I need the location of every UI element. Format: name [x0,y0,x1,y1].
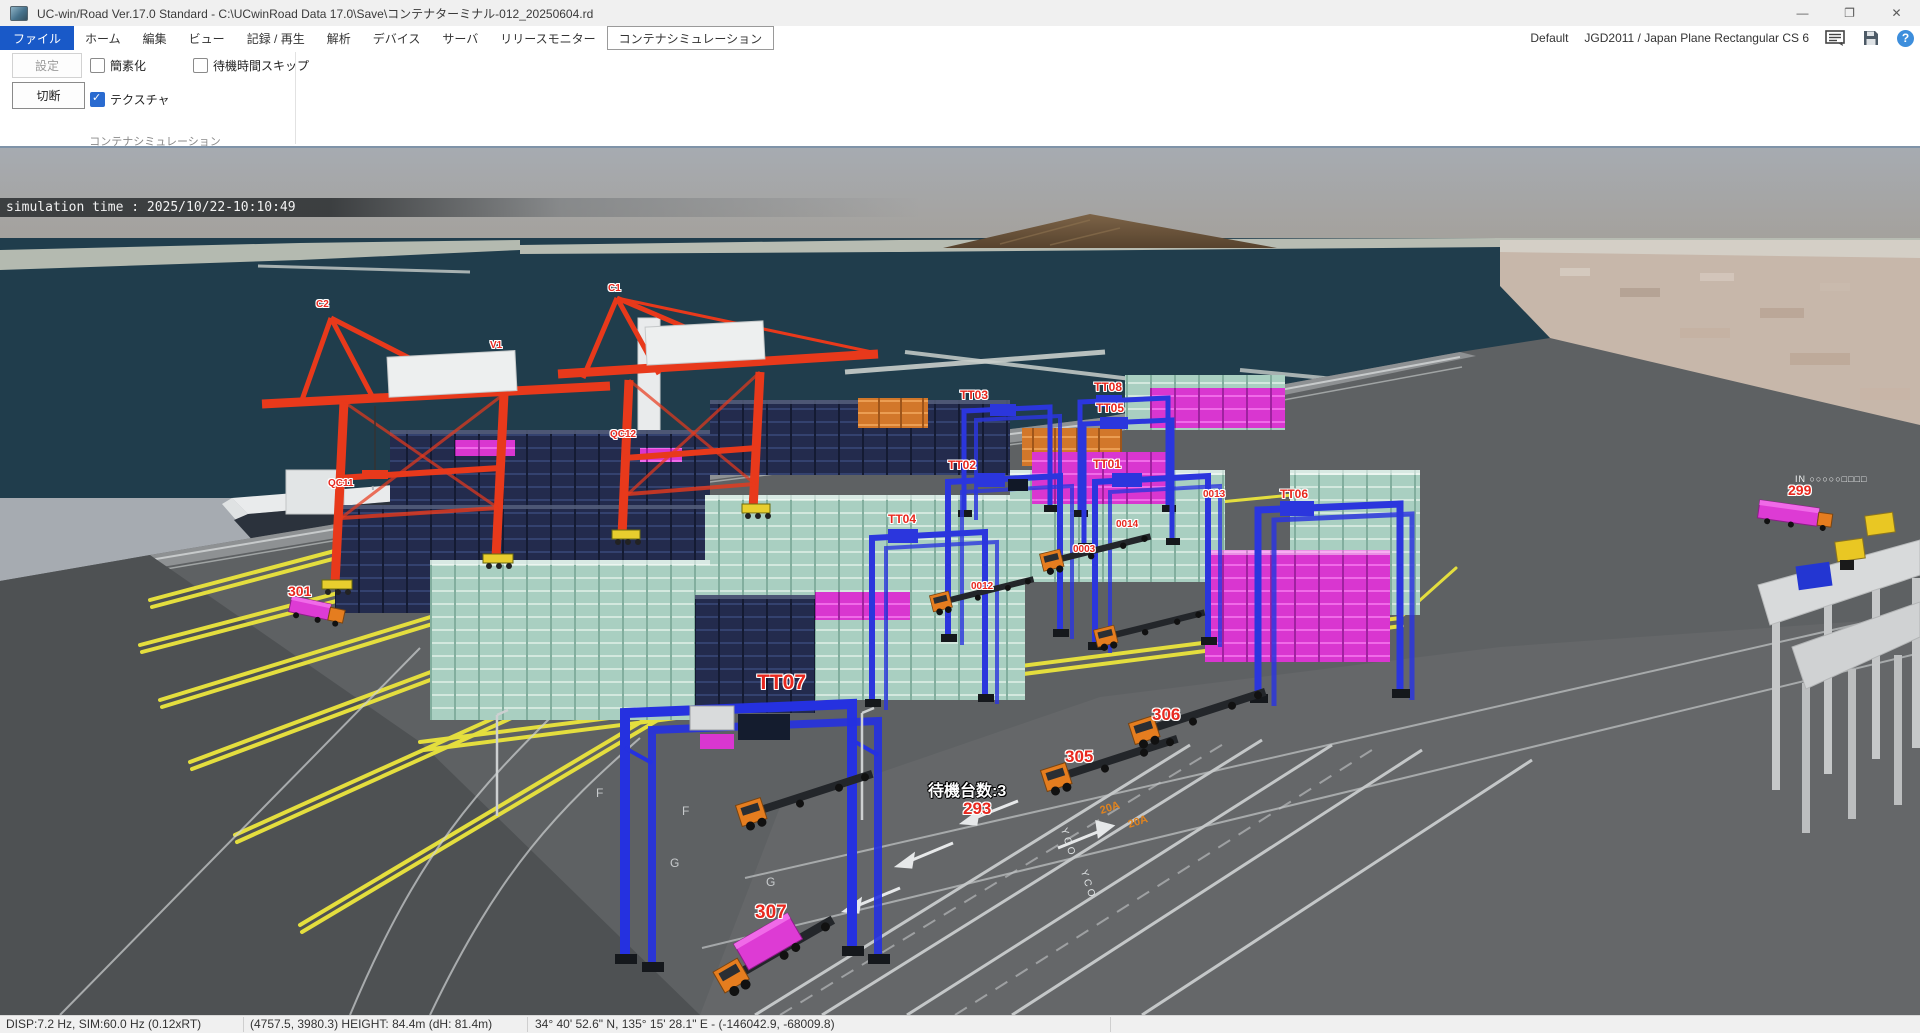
checkbox-box[interactable] [90,58,105,73]
menu-tab[interactable]: ホーム [74,26,132,50]
disconnect-button[interactable]: 切断 [12,82,85,109]
window-button[interactable]: ❐ [1826,0,1873,26]
ribbon-group-label: コンテナシミュレーション [55,133,255,149]
window-button[interactable]: — [1779,0,1826,26]
ribbon-separator [295,52,296,144]
menu-tab[interactable]: ビュー [178,26,236,50]
status-divider [527,1017,528,1032]
checkbox-box[interactable] [90,92,105,107]
ribbon-panel: 設定 切断 簡素化 待機時間スキップ テクスチャ コンテナシミュレーション [0,50,1920,148]
message-icon[interactable] [1825,29,1845,47]
ribbon-checkbox[interactable]: 簡素化 [90,57,146,74]
menu-tab[interactable]: 解析 [316,26,362,50]
status-divider [243,1017,244,1032]
save-icon[interactable] [1861,29,1881,47]
settings-button[interactable]: 設定 [12,53,82,78]
menu-tab[interactable]: ファイル [0,26,74,50]
window-button[interactable]: ✕ [1873,0,1920,26]
title-bar: UC-win/Road Ver.17.0 Standard - C:\UCwin… [0,0,1920,26]
status-geo-coordinates: 34° 40' 52.6" N, 135° 15' 28.1" E - (-14… [535,1016,835,1032]
checkbox-label: 簡素化 [110,57,146,74]
checkbox-label: テクスチャ [110,91,170,108]
status-bar: DISP:7.2 Hz, SIM:60.0 Hz (0.12xRT) (4757… [0,1015,1920,1033]
ribbon-checkbox[interactable]: 待機時間スキップ [193,57,309,74]
status-position: (4757.5, 3980.3) HEIGHT: 84.4m (dH: 81.4… [250,1016,492,1032]
menu-tab[interactable]: 記録 / 再生 [236,26,316,50]
menu-tab[interactable]: デバイス [362,26,432,50]
menu-tab[interactable]: 編集 [132,26,178,50]
scene-render [0,148,1920,1015]
ribbon-right-area: Default JGD2011 / Japan Plane Rectangula… [1530,26,1914,50]
menu-tab[interactable]: コンテナシミュレーション [607,26,775,50]
window-controls: —❐✕ [1779,0,1920,26]
help-icon[interactable] [1897,30,1914,47]
coordinate-system-selector[interactable]: JGD2011 / Japan Plane Rectangular CS 6 [1584,31,1809,45]
simulation-time-overlay: simulation time : 2025/10/22-10:10:49 [0,198,920,217]
profile-selector[interactable]: Default [1530,31,1568,45]
menu-tab[interactable]: リリースモニター [489,26,606,50]
status-performance: DISP:7.2 Hz, SIM:60.0 Hz (0.12xRT) [6,1016,201,1032]
3d-viewport[interactable]: C2C1V1QC11QC12TT03TT08TT05TT02TT01TT04TT… [0,148,1920,1015]
app-icon [10,6,28,21]
window-title: UC-win/Road Ver.17.0 Standard - C:\UCwin… [37,5,593,22]
checkbox-box[interactable] [193,58,208,73]
menu-tab[interactable]: サーバ [431,26,489,50]
status-divider [1110,1017,1111,1032]
ribbon-checkbox[interactable]: テクスチャ [90,91,170,108]
application-window: UC-win/Road Ver.17.0 Standard - C:\UCwin… [0,0,1920,1032]
